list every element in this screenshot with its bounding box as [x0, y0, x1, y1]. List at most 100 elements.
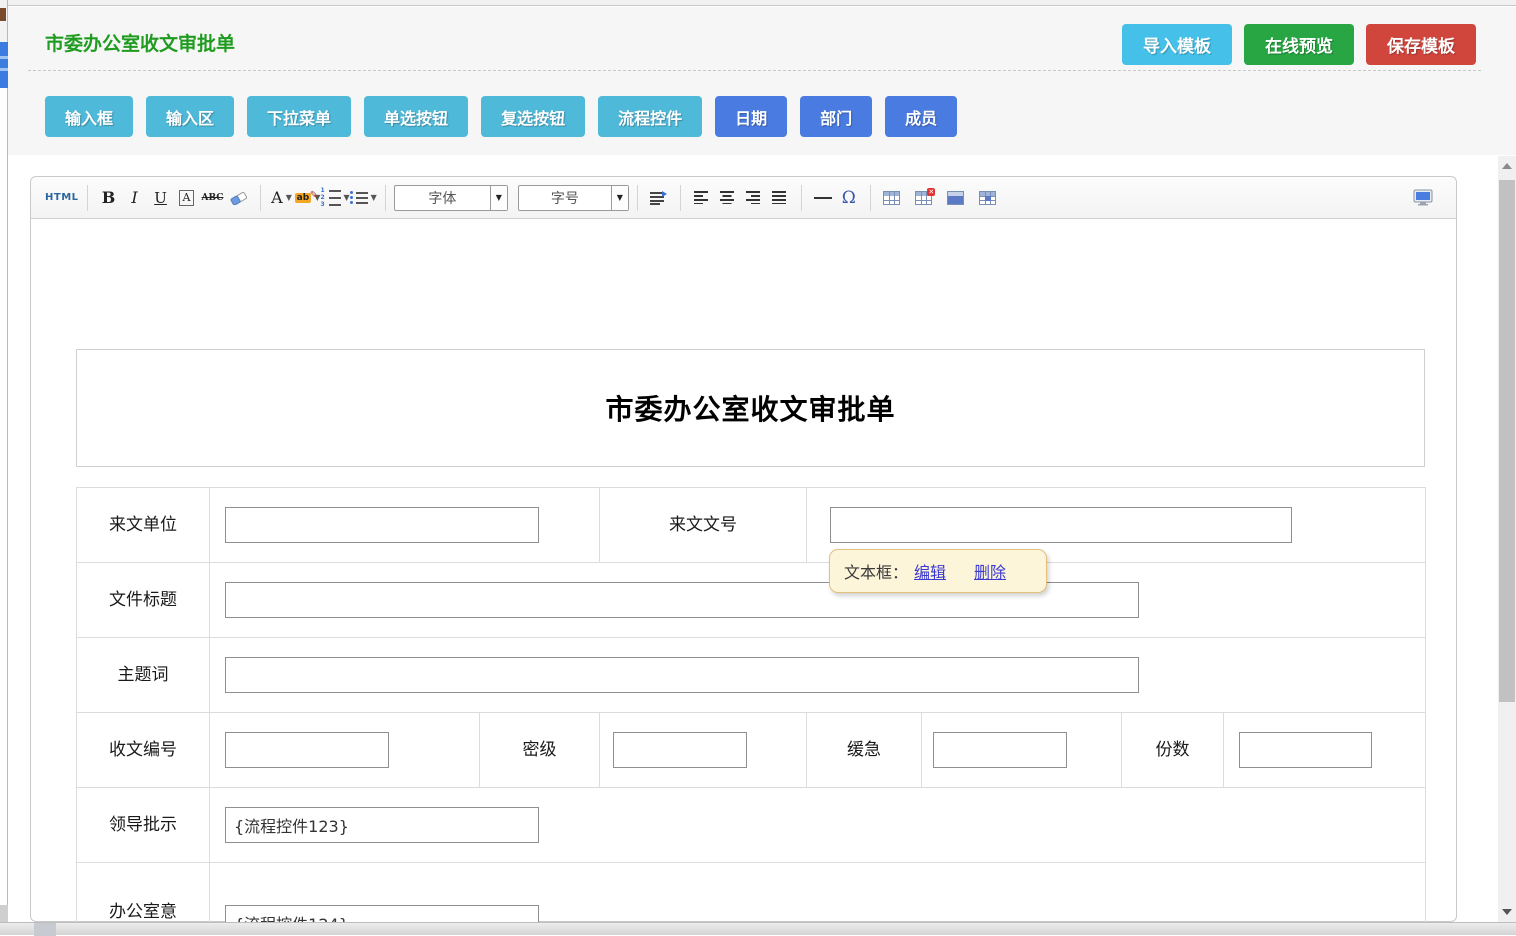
- source-code-button[interactable]: HTML: [45, 184, 79, 212]
- online-preview-button[interactable]: 在线预览: [1244, 24, 1354, 65]
- strikethrough-icon: ABC: [202, 193, 224, 203]
- tooltip-edit-link[interactable]: 编辑: [914, 559, 946, 583]
- arrow-down-icon: [1502, 909, 1512, 915]
- align-left-button[interactable]: [689, 184, 715, 212]
- form-title-box: 市委办公室收文审批单: [76, 349, 1425, 467]
- toolbar-separator: [385, 185, 386, 211]
- sliver-blue-fragment: [0, 42, 8, 88]
- receipt-number-input[interactable]: [225, 732, 389, 768]
- label-secrecy-level: 密级: [480, 713, 600, 788]
- eraser-icon: [230, 190, 248, 205]
- doc-number-input[interactable]: [830, 507, 1292, 543]
- highlight-icon: ab✎: [295, 193, 312, 203]
- office-opinion-flow-input[interactable]: [225, 905, 539, 923]
- toolbar-separator: [87, 185, 88, 211]
- insert-dropdown-button[interactable]: 下拉菜单: [247, 96, 351, 137]
- sliver-fragment: [0, 8, 6, 21]
- insert-checkbox-button[interactable]: 复选按钮: [481, 96, 585, 137]
- horizontal-scrollbar[interactable]: [0, 922, 1516, 935]
- toolbar-separator: [637, 185, 638, 211]
- insert-flow-control-button[interactable]: 流程控件: [598, 96, 702, 137]
- insert-date-button[interactable]: 日期: [715, 96, 787, 137]
- toolbar-separator: [680, 185, 681, 211]
- cell-leader-comments: [210, 788, 1426, 863]
- source-unit-input[interactable]: [225, 507, 539, 543]
- insert-member-button[interactable]: 成员: [885, 96, 957, 137]
- copies-input[interactable]: [1239, 732, 1372, 768]
- strikethrough-button[interactable]: ABC: [200, 184, 226, 212]
- subject-words-input[interactable]: [225, 657, 1139, 693]
- table-row: 主题词: [77, 638, 1426, 713]
- label-office-opinion: 办公室意见: [77, 863, 210, 923]
- label-doc-number: 来文文号: [600, 488, 807, 563]
- indent-icon: [650, 191, 667, 205]
- chevron-down-icon[interactable]: ▼: [611, 186, 628, 210]
- urgency-input[interactable]: [933, 732, 1067, 768]
- align-justify-button[interactable]: [767, 184, 793, 212]
- table-properties-icon: [947, 191, 964, 205]
- monitor-icon: [1413, 189, 1433, 206]
- horizontal-rule-icon: [814, 197, 832, 199]
- scrollbar-thumb[interactable]: [1499, 180, 1515, 702]
- boxed-a-icon: A: [179, 190, 195, 206]
- top-border-strip: [0, 0, 1516, 6]
- insert-textarea-button[interactable]: 输入区: [146, 96, 234, 137]
- maximize-button[interactable]: [1410, 184, 1436, 212]
- align-right-button[interactable]: [741, 184, 767, 212]
- form-title: 市委办公室收文审批单: [605, 388, 895, 428]
- bold-button[interactable]: B: [96, 184, 122, 212]
- table-properties-button[interactable]: [943, 184, 969, 212]
- align-justify-icon: [772, 191, 787, 204]
- label-doc-title: 文件标题: [77, 563, 210, 638]
- indent-button[interactable]: [646, 184, 672, 212]
- underline-button[interactable]: U: [148, 184, 174, 212]
- align-center-button[interactable]: [715, 184, 741, 212]
- label-urgency: 缓急: [807, 713, 922, 788]
- save-template-button[interactable]: 保存模板: [1366, 24, 1476, 65]
- ordered-list-button[interactable]: 1 2 3 ▼: [321, 184, 350, 212]
- secrecy-level-input[interactable]: [613, 732, 747, 768]
- sliver-stripe: [0, 68, 8, 71]
- font-size-select[interactable]: 字号 ▼: [518, 185, 629, 211]
- toolbar-separator: [801, 185, 802, 211]
- horizontal-rule-button[interactable]: [810, 184, 836, 212]
- text-style-button[interactable]: A: [174, 184, 200, 212]
- remove-format-button[interactable]: [226, 184, 252, 212]
- scroll-down-button[interactable]: [1498, 902, 1516, 922]
- font-color-button[interactable]: A▼: [269, 184, 295, 212]
- align-left-icon: [694, 191, 709, 204]
- bullet-list-button[interactable]: ▼: [350, 184, 377, 212]
- vertical-scrollbar[interactable]: [1498, 156, 1516, 922]
- align-right-icon: [746, 191, 761, 204]
- table-row: 文件标题: [77, 563, 1426, 638]
- underline-icon: U: [154, 189, 167, 207]
- italic-icon: I: [131, 188, 137, 207]
- chevron-down-icon[interactable]: ▼: [490, 186, 507, 210]
- import-template-button[interactable]: 导入模板: [1122, 24, 1232, 65]
- special-char-button[interactable]: Ω: [836, 184, 862, 212]
- arrow-up-icon: [1502, 163, 1512, 169]
- cell-properties-button[interactable]: [975, 184, 1001, 212]
- cell-copies: [1224, 713, 1426, 788]
- page-title: 市委办公室收文审批单: [45, 29, 235, 56]
- insert-radio-button[interactable]: 单选按钮: [364, 96, 468, 137]
- horizontal-scrollbar-notch: [34, 923, 56, 936]
- scroll-up-button[interactable]: [1498, 156, 1516, 176]
- highlight-color-button[interactable]: ab✎▼: [295, 184, 321, 212]
- ordered-list-icon: 1 2 3: [321, 188, 341, 207]
- italic-button[interactable]: I: [122, 184, 148, 212]
- leader-comments-flow-input[interactable]: [225, 807, 539, 843]
- label-leader-comments: 领导批示: [77, 788, 210, 863]
- dashed-divider: [28, 70, 1481, 71]
- cell-office-opinion: [210, 863, 1426, 923]
- editor-content-area[interactable]: 市委办公室收文审批单 来文单位 来文文号 文件标题 主题词 收文: [31, 219, 1456, 922]
- tooltip-delete-link[interactable]: 删除: [974, 559, 1006, 583]
- tooltip-prefix: 文本框：: [844, 559, 908, 583]
- insert-department-button[interactable]: 部门: [800, 96, 872, 137]
- align-center-icon: [720, 191, 735, 204]
- insert-textbox-button[interactable]: 输入框: [45, 96, 133, 137]
- delete-table-button[interactable]: ✕: [911, 184, 937, 212]
- font-family-select[interactable]: 字体 ▼: [394, 185, 508, 211]
- cell-source-unit: [210, 488, 600, 563]
- insert-table-button[interactable]: [879, 184, 905, 212]
